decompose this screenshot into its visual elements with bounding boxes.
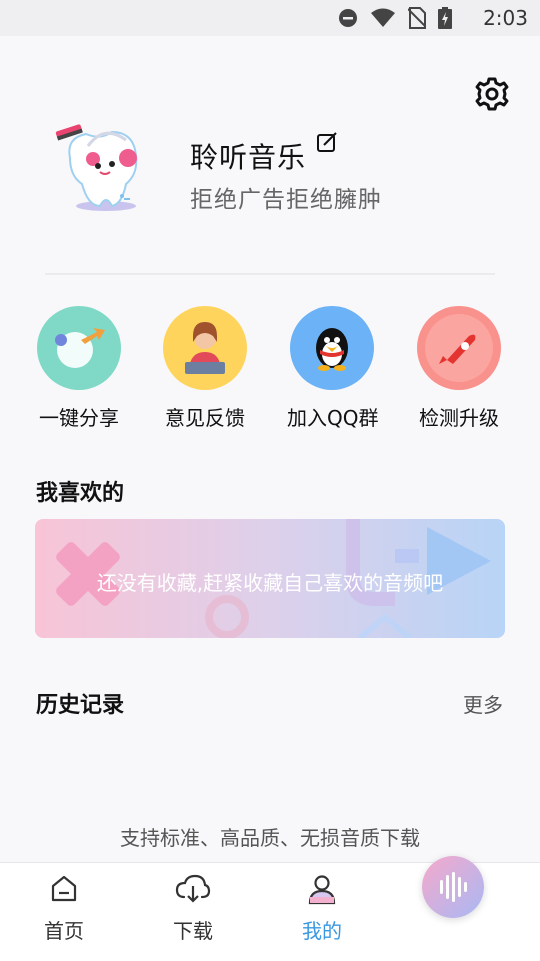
favorites-empty-banner[interactable]: 还没有收藏,赶紧收藏自己喜欢的音频吧: [35, 519, 505, 638]
history-more-link[interactable]: 更多: [463, 689, 503, 718]
share-icon: [37, 306, 121, 390]
history-title: 历史记录: [36, 693, 125, 718]
quick-action-label: 一键分享: [39, 406, 119, 430]
feedback-icon: [163, 306, 247, 390]
tab-label: 我的: [302, 919, 342, 943]
quick-action-feedback[interactable]: 意见反馈: [160, 306, 250, 431]
battery-charging-icon: [438, 7, 452, 29]
edit-icon: [317, 132, 337, 152]
favorites-empty-message: 还没有收藏,赶紧收藏自己喜欢的音频吧: [96, 571, 444, 595]
rocket-icon: [417, 306, 501, 390]
support-text: 支持标准、高品质、无损音质下载: [120, 826, 420, 850]
quick-action-label: 意见反馈: [165, 406, 245, 430]
now-playing-button[interactable]: [422, 856, 484, 918]
username: 聆听音乐: [190, 141, 307, 174]
quick-action-share[interactable]: 一键分享: [34, 306, 124, 431]
wifi-icon: [371, 8, 395, 27]
tab-home[interactable]: 首页: [24, 873, 104, 944]
tab-download[interactable]: 下载: [153, 873, 233, 944]
profile-slogan: 拒绝广告拒绝臃肿: [190, 187, 382, 213]
audio-wave-icon: [440, 872, 467, 902]
home-icon: [51, 875, 77, 902]
status-time: 2:03: [483, 6, 528, 30]
favorites-title: 我喜欢的: [36, 481, 125, 506]
status-icons: [338, 7, 452, 29]
cloud-download-icon: [175, 874, 211, 903]
qq-penguin-icon: [290, 306, 374, 390]
tab-label: 下载: [173, 919, 213, 943]
tab-label: 首页: [44, 919, 84, 943]
profile-icon: [308, 875, 336, 905]
quick-action-label: 检测升级: [419, 406, 499, 430]
do-not-disturb-icon: [339, 9, 357, 27]
no-sim-icon: [408, 7, 426, 29]
quick-action-label: 加入QQ群: [287, 406, 379, 430]
edit-profile-button[interactable]: [316, 131, 338, 153]
gear-icon: [475, 77, 509, 111]
divider: [45, 273, 495, 275]
quick-action-check-update[interactable]: 检测升级: [414, 306, 504, 431]
quick-action-qq-group[interactable]: 加入QQ群: [287, 306, 379, 431]
status-bar: 2:03: [0, 0, 540, 36]
tooth-mascot-avatar: [55, 124, 138, 211]
avatar[interactable]: [48, 118, 150, 216]
tab-mine[interactable]: 我的: [282, 873, 362, 944]
settings-button[interactable]: [472, 74, 512, 114]
